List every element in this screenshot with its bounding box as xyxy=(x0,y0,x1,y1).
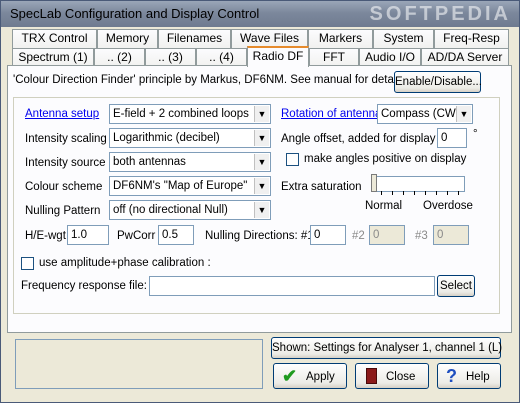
angle-offset-input[interactable]: 0 xyxy=(437,128,467,148)
title-bar[interactable]: SpecLab Configuration and Display Contro… xyxy=(1,1,519,27)
null-direction-2-input: 0 xyxy=(369,225,405,245)
tab-markers[interactable]: Markers xyxy=(308,29,373,48)
null-direction-1-input[interactable]: 0 xyxy=(310,225,346,245)
rotation-value: Compass (CW) xyxy=(381,108,460,120)
check-icon: ✔ xyxy=(282,366,298,386)
chevron-down-icon: ▼ xyxy=(254,130,269,146)
apply-button-label: Apply xyxy=(306,371,335,383)
nulling-pattern-label: Nulling Pattern xyxy=(25,205,101,217)
extra-saturation-label: Extra saturation xyxy=(281,181,362,193)
amp-phase-checkbox[interactable] xyxy=(21,257,34,270)
panel-description: 'Colour Direction Finder' principle by M… xyxy=(13,74,408,86)
chevron-down-icon: ▼ xyxy=(254,154,269,170)
intensity-source-label: Intensity source xyxy=(25,157,106,169)
watermark-logo: SOFTPEDIA xyxy=(369,3,511,25)
antenna-setup-link[interactable]: Antenna setup xyxy=(25,108,99,120)
slider-tick xyxy=(381,191,382,195)
slider-tick xyxy=(458,191,459,195)
make-positive-checkbox[interactable] xyxy=(286,153,299,166)
tab-radio-df[interactable]: Radio DF xyxy=(247,46,309,67)
shown-settings-button[interactable]: Shown: Settings for Analyser 1, channel … xyxy=(271,337,502,359)
slider-tick xyxy=(425,191,426,195)
intensity-scaling-select[interactable]: Logarithmic (decibel) ▼ xyxy=(109,128,271,148)
help-button[interactable]: ? Help xyxy=(437,363,501,389)
slider-tick xyxy=(436,191,437,195)
slider-tick xyxy=(392,191,393,195)
slider-tick xyxy=(447,191,448,195)
he-wgt-input[interactable]: 1.0 xyxy=(67,225,109,245)
amp-phase-label: use amplitude+phase calibration : xyxy=(39,257,211,269)
pwcorr-input[interactable]: 0.5 xyxy=(158,225,194,245)
tab-filenames[interactable]: Filenames xyxy=(158,29,231,48)
nulling-pattern-select[interactable]: off (no directional Null) ▼ xyxy=(109,200,271,220)
degree-symbol: ° xyxy=(473,128,478,140)
tab-memory[interactable]: Memory xyxy=(97,29,158,48)
help-button-label: Help xyxy=(466,371,490,383)
close-button-label: Close xyxy=(386,371,416,383)
intensity-scaling-value: Logarithmic (decibel) xyxy=(113,132,220,144)
saturation-overdose-label: Overdose xyxy=(423,200,473,212)
rotation-select[interactable]: Compass (CW) ▼ xyxy=(377,104,473,124)
help-question-icon: ? xyxy=(446,366,457,386)
saturation-normal-label: Normal xyxy=(365,200,403,212)
saturation-slider-thumb[interactable] xyxy=(371,174,377,192)
null-direction-3-label: #3 xyxy=(415,230,428,242)
antenna-setup-select[interactable]: E-field + 2 combined loops ▼ xyxy=(109,104,271,124)
null-direction-2-label: #2 xyxy=(352,230,365,242)
make-positive-label: make angles positive on display xyxy=(304,153,467,165)
slider-tick xyxy=(403,191,404,195)
freq-response-file-input[interactable] xyxy=(149,276,435,296)
door-icon xyxy=(366,368,377,384)
enable-disable-button[interactable]: Enable/Disable... xyxy=(394,71,482,93)
intensity-source-value: both antennas xyxy=(113,156,186,168)
tab-system[interactable]: System xyxy=(373,29,434,48)
nulling-pattern-value: off (no directional Null) xyxy=(113,204,228,216)
saturation-slider[interactable] xyxy=(373,176,465,192)
chevron-down-icon: ▼ xyxy=(254,178,269,194)
chevron-down-icon: ▼ xyxy=(254,106,269,122)
tab-trx-control[interactable]: TRX Control xyxy=(12,29,97,48)
select-file-button[interactable]: Select xyxy=(437,275,475,297)
chevron-down-icon: ▼ xyxy=(456,106,471,122)
config-window: SpecLab Configuration and Display Contro… xyxy=(0,0,520,403)
apply-button[interactable]: ✔ Apply xyxy=(273,363,347,389)
colour-scheme-value: DF6NM's "Map of Europe" xyxy=(113,180,248,192)
slider-tick xyxy=(414,191,415,195)
window-title: SpecLab Configuration and Display Contro… xyxy=(10,6,260,21)
chevron-down-icon: ▼ xyxy=(254,202,269,218)
pwcorr-label: PwCorr xyxy=(117,230,156,242)
close-button[interactable]: Close xyxy=(355,363,429,389)
angle-offset-label: Angle offset, added for display xyxy=(281,133,436,145)
antenna-setup-value: E-field + 2 combined loops xyxy=(113,108,249,120)
intensity-scaling-label: Intensity scaling xyxy=(25,133,107,145)
intensity-source-select[interactable]: both antennas ▼ xyxy=(109,152,271,172)
null-direction-3-input: 0 xyxy=(433,225,469,245)
rotation-of-antenna-link[interactable]: Rotation of antenna xyxy=(281,108,381,120)
tab-freq-resp[interactable]: Freq-Resp xyxy=(434,29,509,48)
colour-scheme-select[interactable]: DF6NM's "Map of Europe" ▼ xyxy=(109,176,271,196)
status-area xyxy=(15,339,263,389)
freq-response-label: Frequency response file: xyxy=(21,280,147,292)
colour-scheme-label: Colour scheme xyxy=(25,181,103,193)
he-wgt-label: H/E-wgt xyxy=(25,230,66,242)
nulling-directions-label: Nulling Directions: #1 xyxy=(205,230,314,242)
